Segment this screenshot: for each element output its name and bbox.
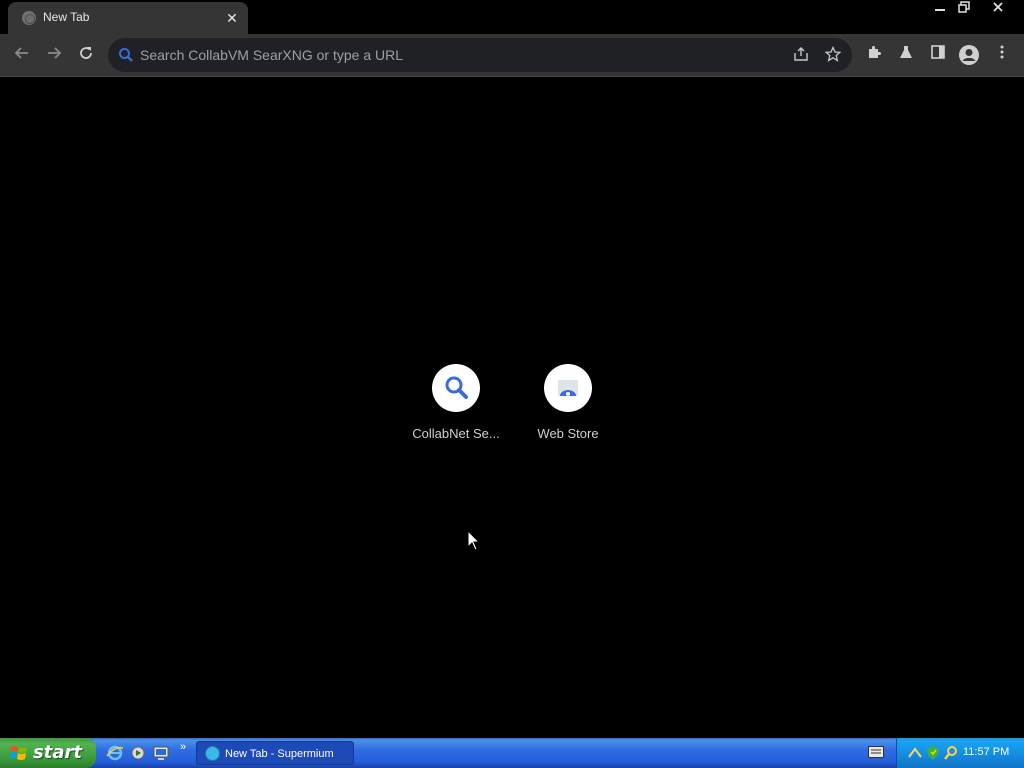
ie-quicklaunch[interactable] bbox=[106, 744, 124, 762]
puzzle-icon bbox=[869, 46, 881, 58]
tab-strip: New Tab ✕ bbox=[0, 0, 1024, 34]
back-arrow-icon bbox=[14, 47, 28, 59]
share-icon bbox=[794, 47, 808, 61]
shield-icon bbox=[927, 746, 939, 760]
forward-button[interactable] bbox=[43, 44, 65, 66]
browser-toolbar bbox=[0, 34, 1024, 76]
labs-button[interactable] bbox=[895, 44, 917, 66]
shortcut-icon-circle bbox=[432, 364, 480, 412]
system-tray: 11:57 PM bbox=[896, 738, 1024, 768]
shortcut-label: Web Store bbox=[537, 426, 599, 441]
shortcut-web-store[interactable]: Web Store bbox=[512, 354, 624, 454]
star-icon bbox=[824, 45, 842, 62]
extensions-button[interactable] bbox=[863, 44, 885, 66]
flask-icon bbox=[900, 46, 912, 58]
tab-close-icon[interactable]: ✕ bbox=[224, 10, 240, 26]
web-store-icon bbox=[558, 380, 578, 396]
supermium-icon bbox=[205, 746, 220, 761]
tab-new-tab[interactable]: New Tab ✕ bbox=[8, 2, 248, 34]
search-icon bbox=[119, 48, 133, 62]
tab-title: New Tab bbox=[43, 10, 90, 24]
media-icon bbox=[131, 746, 145, 760]
tray-network-icon[interactable] bbox=[907, 745, 923, 761]
reload-button[interactable] bbox=[75, 44, 97, 66]
show-desktop-quicklaunch[interactable] bbox=[152, 744, 170, 762]
tray-security-icon[interactable] bbox=[925, 745, 941, 761]
share-button[interactable] bbox=[792, 46, 810, 64]
forward-arrow-icon bbox=[48, 47, 62, 59]
media-quicklaunch[interactable] bbox=[129, 744, 147, 762]
start-button[interactable]: start bbox=[0, 738, 96, 768]
windows-flag-icon bbox=[10, 746, 27, 760]
address-bar[interactable] bbox=[108, 38, 852, 72]
taskbar: start » New Tab - Supermium 11:57 PM bbox=[0, 738, 1024, 768]
magnifier-icon bbox=[944, 746, 957, 760]
new-tab-page: CollabNet Se... Web Store bbox=[0, 77, 1024, 738]
profile-button[interactable] bbox=[958, 44, 980, 66]
show-desktop-icon bbox=[153, 746, 169, 760]
side-panel-icon bbox=[931, 45, 945, 59]
profile-icon bbox=[959, 45, 979, 65]
reload-icon bbox=[80, 47, 92, 59]
keyboard-icon[interactable] bbox=[868, 746, 884, 758]
quicklaunch-chevron-icon[interactable]: » bbox=[180, 741, 186, 753]
restore-button[interactable] bbox=[952, 0, 976, 18]
shortcut-label: CollabNet Se... bbox=[412, 426, 500, 441]
mouse-pointer-icon bbox=[467, 530, 481, 551]
clock[interactable]: 11:57 PM bbox=[963, 746, 1009, 758]
side-panel-button[interactable] bbox=[927, 44, 949, 66]
search-icon bbox=[445, 376, 468, 399]
ie-icon bbox=[106, 745, 124, 761]
shortcut-icon-circle bbox=[544, 364, 592, 412]
network-icon bbox=[908, 747, 922, 758]
globe-icon bbox=[22, 11, 36, 25]
taskbar-button-supermium[interactable]: New Tab - Supermium bbox=[196, 741, 354, 765]
address-input[interactable] bbox=[140, 38, 780, 72]
tray-search-icon[interactable] bbox=[943, 745, 959, 761]
close-window-button[interactable] bbox=[986, 0, 1010, 18]
menu-button[interactable] bbox=[991, 44, 1013, 66]
kebab-menu-icon bbox=[1000, 45, 1004, 59]
taskbar-button-label: New Tab - Supermium bbox=[225, 748, 334, 760]
close-icon bbox=[993, 2, 1003, 12]
bookmark-button[interactable] bbox=[824, 45, 842, 64]
restore-icon bbox=[958, 1, 970, 13]
minimize-button[interactable] bbox=[928, 0, 952, 18]
back-button[interactable] bbox=[11, 44, 33, 66]
shortcut-collabnet-search[interactable]: CollabNet Se... bbox=[400, 354, 512, 454]
minimize-icon bbox=[935, 9, 945, 11]
start-label: start bbox=[33, 742, 82, 763]
browser-window: New Tab ✕ Search CollabVM SearXNG or typ… bbox=[0, 0, 1024, 738]
